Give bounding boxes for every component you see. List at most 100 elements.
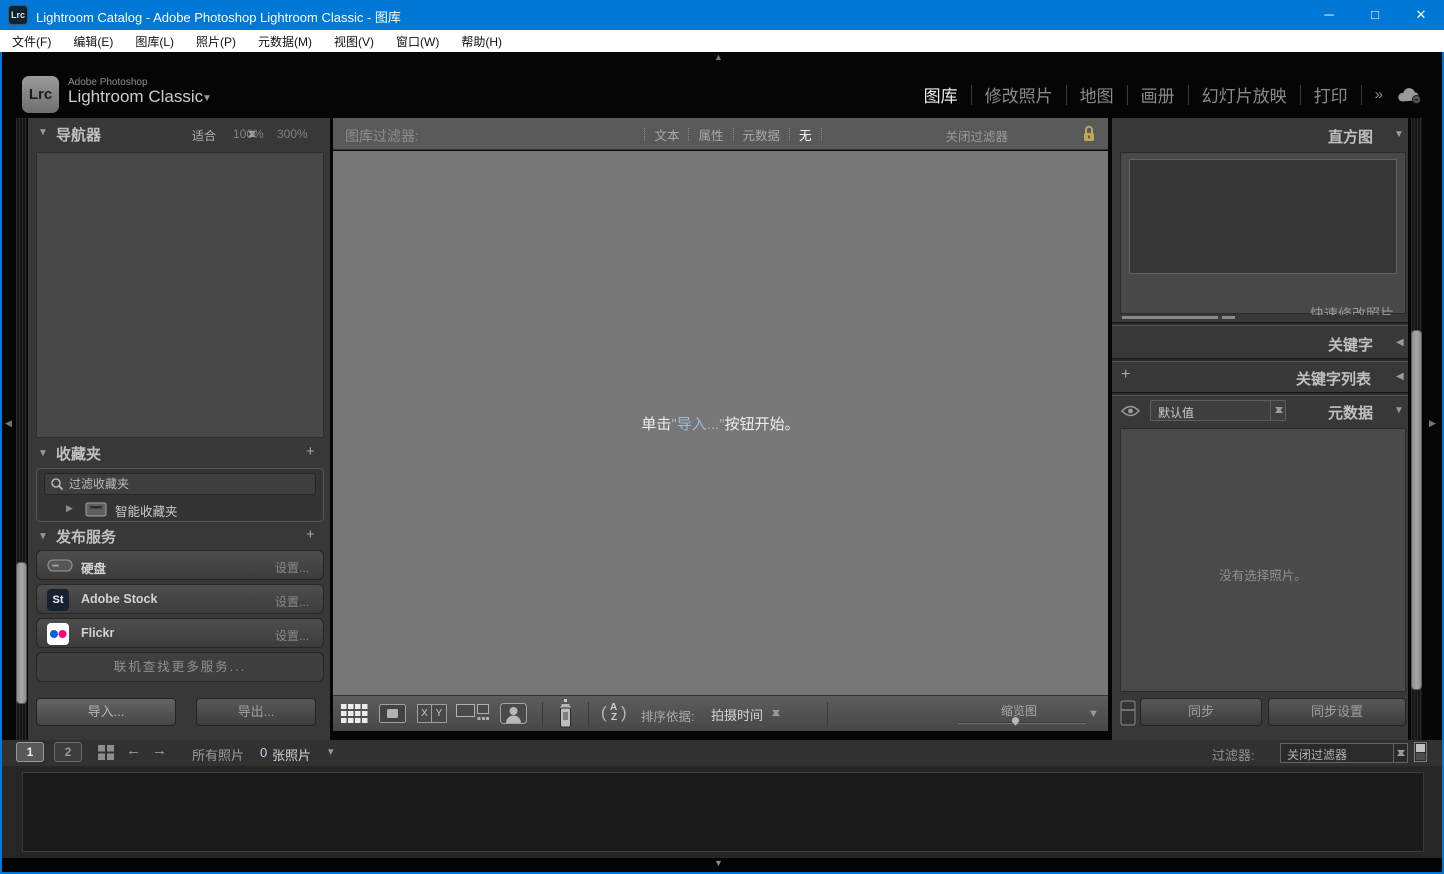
keyword-list-add-icon[interactable]: +	[1121, 366, 1130, 384]
toolbar-options-dropdown-icon[interactable]: ▼	[1088, 708, 1099, 720]
sort-spinner-icon[interactable]	[771, 706, 780, 720]
histogram-collapse-icon[interactable]: ▼	[1394, 129, 1404, 140]
collections-collapse-icon[interactable]: ▼	[38, 448, 48, 459]
collections-title[interactable]: 收藏夹	[56, 443, 101, 464]
expand-arrow-icon[interactable]: ▶	[66, 503, 73, 514]
export-button[interactable]: 导出...	[196, 698, 316, 726]
collections-filter-input[interactable]	[69, 475, 309, 493]
right-panel-collapse-icon[interactable]: ▶	[1429, 418, 1436, 429]
keyword-list-expand-icon[interactable]: ◀	[1396, 371, 1404, 382]
top-panel-collapse-icon[interactable]: ▲	[714, 52, 723, 62]
sort-by-value[interactable]: 拍摄时间	[711, 705, 763, 724]
service-settings-button[interactable]: 设置...	[275, 627, 309, 644]
find-more-services-button[interactable]: 联机查找更多服务...	[36, 652, 324, 682]
collections-add-icon[interactable]: +	[306, 443, 315, 460]
keywording-title[interactable]: 关键字	[1328, 334, 1373, 355]
brand-dropdown-icon[interactable]: ▼	[202, 93, 212, 104]
bottom-panel-collapse-icon[interactable]: ▼	[714, 858, 723, 868]
loupe-view-icon[interactable]	[379, 704, 406, 728]
navigator-zoom-300[interactable]: 300%	[277, 127, 308, 141]
second-window-button[interactable]: 2	[54, 742, 82, 762]
module-book[interactable]: 画册	[1141, 82, 1175, 107]
import-button[interactable]: 导入...	[36, 698, 176, 726]
publish-service-harddrive[interactable]: 硬盘 设置...	[36, 550, 324, 580]
sync-settings-button[interactable]: 同步设置	[1268, 698, 1406, 726]
menu-help[interactable]: 帮助(H)	[461, 33, 502, 50]
keyword-list-title[interactable]: 关键字列表	[1296, 368, 1371, 389]
histogram-canvas[interactable]	[1129, 159, 1397, 274]
smart-collections-row[interactable]: ▶ 智能收藏夹	[39, 499, 321, 521]
smart-collections-label[interactable]: 智能收藏夹	[115, 501, 178, 520]
module-slideshow[interactable]: 幻灯片放映	[1202, 82, 1287, 107]
maximize-button[interactable]: □	[1352, 0, 1398, 30]
menu-edit[interactable]: 编辑(E)	[73, 33, 113, 50]
next-photo-icon[interactable]: →	[152, 742, 167, 759]
filmstrip-filter-dropdown[interactable]: 关闭过滤器	[1280, 743, 1408, 763]
menu-photo[interactable]: 照片(P)	[196, 33, 236, 50]
sort-letter-z: Z	[611, 712, 617, 723]
module-overflow-chevrons[interactable]: »	[1375, 86, 1383, 103]
navigator-collapse-icon[interactable]: ▼	[38, 127, 48, 138]
menu-library[interactable]: 图库(L)	[135, 33, 174, 50]
grid-back-icon[interactable]	[98, 745, 114, 765]
navigator-zoom-fit[interactable]: 适合	[192, 127, 216, 144]
publish-add-icon[interactable]: +	[306, 526, 315, 543]
sync-button[interactable]: 同步	[1140, 698, 1262, 726]
compare-view-icon[interactable]: X Y	[417, 704, 447, 723]
filter-tab-attribute[interactable]: 属性	[698, 125, 723, 144]
left-scrollbar-thumb[interactable]	[16, 562, 27, 704]
module-develop[interactable]: 修改照片	[985, 82, 1053, 107]
source-all-photos[interactable]: 所有照片	[192, 745, 244, 764]
metadata-collapse-icon[interactable]: ▼	[1394, 405, 1404, 416]
cloud-sync-icon[interactable]	[1396, 86, 1422, 104]
publish-services-title[interactable]: 发布服务	[56, 526, 116, 547]
menu-metadata[interactable]: 元数据(M)	[258, 33, 312, 50]
quick-develop-clipped-header[interactable]: 快速修改照片	[1238, 306, 1394, 315]
histogram-title[interactable]: 直方图	[1328, 126, 1373, 147]
module-print[interactable]: 打印	[1314, 82, 1348, 107]
minimize-button[interactable]: ─	[1306, 0, 1352, 30]
menu-view[interactable]: 视图(V)	[334, 33, 374, 50]
painter-spray-icon[interactable]	[557, 699, 574, 734]
keywording-expand-icon[interactable]: ◀	[1396, 337, 1404, 348]
publish-service-flickr[interactable]: Flickr 设置...	[36, 618, 324, 648]
close-button[interactable]: ✕	[1398, 0, 1444, 30]
thumbnail-size-slider[interactable]	[958, 722, 1086, 724]
filter-tab-none[interactable]: 无	[799, 125, 812, 144]
publish-collapse-icon[interactable]: ▼	[38, 531, 48, 542]
sync-toggle-icon[interactable]	[1120, 700, 1136, 731]
publish-service-adobe-stock[interactable]: St Adobe Stock 设置...	[36, 584, 324, 614]
source-dropdown-icon[interactable]: ▾	[328, 745, 334, 758]
left-panel-collapse-icon[interactable]: ◀	[5, 418, 12, 429]
preset-spinner-icon[interactable]	[247, 127, 256, 141]
filter-tab-text[interactable]: 文本	[654, 125, 679, 144]
sort-by-label: 排序依据:	[641, 706, 694, 725]
people-view-icon[interactable]	[500, 703, 527, 729]
title-bar[interactable]: Lrc Lightroom Catalog - Adobe Photoshop …	[0, 0, 1444, 30]
right-scrollbar-thumb[interactable]	[1411, 330, 1422, 690]
metadata-preset-dropdown[interactable]: 默认值	[1150, 400, 1286, 421]
metadata-eye-icon[interactable]	[1121, 404, 1140, 422]
main-window-button[interactable]: 1	[16, 742, 44, 762]
module-library[interactable]: 图库	[924, 82, 958, 107]
service-settings-button[interactable]: 设置...	[275, 559, 309, 576]
filter-switch-icon[interactable]	[1414, 742, 1427, 767]
filter-preset-dropdown[interactable]: 关闭过滤器	[945, 126, 1008, 145]
filter-lock-icon[interactable]	[1082, 124, 1096, 149]
collections-search-box[interactable]	[44, 473, 316, 495]
grid-view-icon[interactable]	[341, 704, 368, 728]
menu-file[interactable]: 文件(F)	[12, 33, 51, 50]
import-link[interactable]: "导入..."	[671, 416, 724, 433]
menu-window[interactable]: 窗口(W)	[396, 33, 439, 50]
service-settings-button[interactable]: 设置...	[275, 593, 309, 610]
module-map[interactable]: 地图	[1080, 82, 1114, 107]
metadata-title[interactable]: 元数据	[1328, 402, 1373, 423]
sort-direction-icon[interactable]: ( A Z )	[601, 702, 631, 726]
filter-tab-metadata[interactable]: 元数据	[743, 125, 781, 144]
navigator-title[interactable]: 导航器	[56, 124, 101, 145]
collections-list: ▶ 智能收藏夹	[36, 468, 324, 522]
previous-photo-icon[interactable]: ←	[126, 742, 141, 759]
dropdown-spinner	[1270, 401, 1285, 420]
navigator-preview[interactable]	[36, 152, 324, 438]
survey-view-icon[interactable]	[456, 704, 489, 728]
